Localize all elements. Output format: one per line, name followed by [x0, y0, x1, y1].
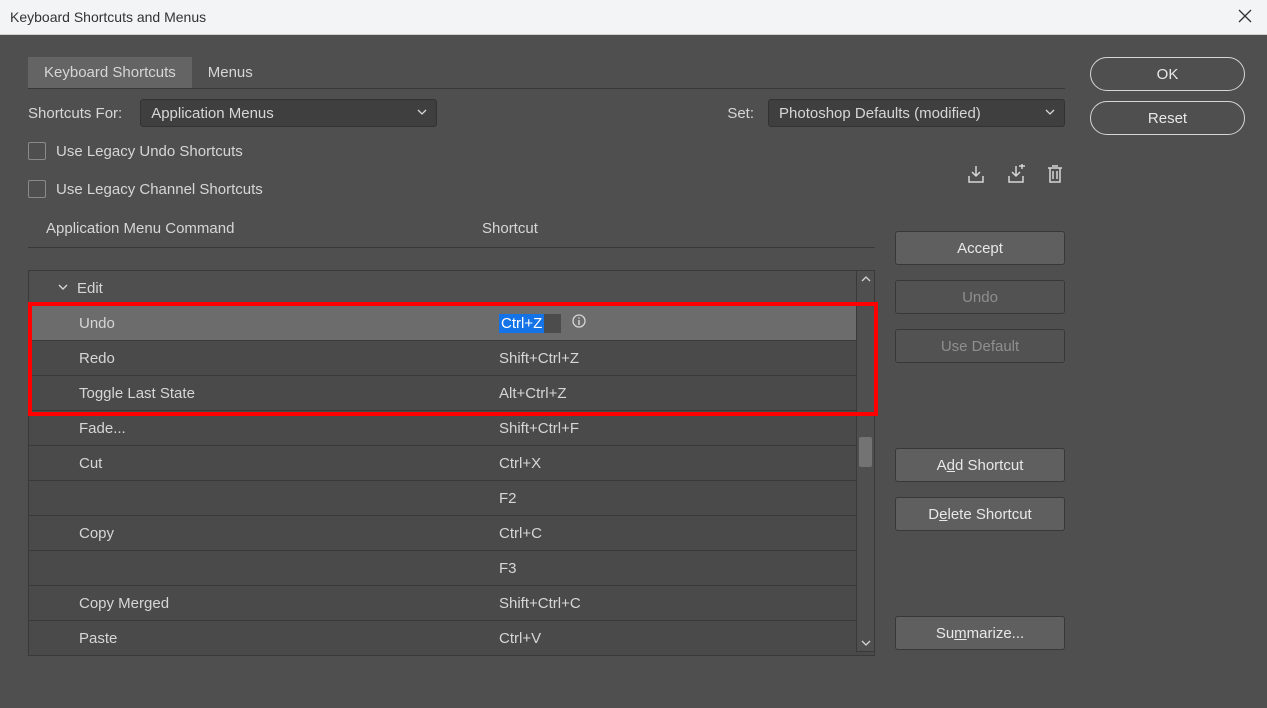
- row-copy-alt[interactable]: F3: [29, 550, 874, 585]
- chevron-down-icon: [57, 280, 69, 297]
- tab-bar: Keyboard Shortcuts Menus: [28, 57, 1065, 89]
- shortcut-input[interactable]: Ctrl+Z: [499, 314, 561, 333]
- undo-button[interactable]: Undo: [895, 280, 1065, 314]
- row-paste[interactable]: Paste Ctrl+V: [29, 620, 874, 655]
- delete-shortcut-button[interactable]: Delete Shortcut: [895, 497, 1065, 531]
- reset-button[interactable]: Reset: [1090, 101, 1245, 135]
- row-fade[interactable]: Fade... Shift+Ctrl+F: [29, 410, 874, 445]
- checkbox-icon: [28, 142, 46, 160]
- checkbox-icon: [28, 180, 46, 198]
- accept-button[interactable]: Accept: [895, 231, 1065, 265]
- tab-menus[interactable]: Menus: [192, 57, 269, 88]
- row-toggle-last-state[interactable]: Toggle Last State Alt+Ctrl+Z: [29, 375, 874, 410]
- set-select[interactable]: Photoshop Defaults (modified): [768, 99, 1065, 127]
- shortcuts-for-label: Shortcuts For:: [28, 105, 122, 122]
- row-copy[interactable]: Copy Ctrl+C: [29, 515, 874, 550]
- trash-icon[interactable]: [1045, 163, 1065, 189]
- add-shortcut-button[interactable]: Add Shortcut: [895, 448, 1065, 482]
- save-set-icon[interactable]: [965, 164, 987, 188]
- use-default-button[interactable]: Use Default: [895, 329, 1065, 363]
- ok-button[interactable]: OK: [1090, 57, 1245, 91]
- close-icon[interactable]: [1233, 7, 1257, 28]
- shortcuts-for-select[interactable]: Application Menus: [140, 99, 437, 127]
- table-header: Application Menu Command Shortcut: [28, 209, 875, 248]
- row-cut[interactable]: Cut Ctrl+X: [29, 445, 874, 480]
- set-label: Set:: [727, 105, 754, 122]
- legacy-channel-checkbox[interactable]: Use Legacy Channel Shortcuts: [28, 175, 965, 203]
- chevron-down-icon: [416, 106, 428, 118]
- scroll-down-icon[interactable]: [858, 635, 873, 651]
- row-cut-alt[interactable]: F2: [29, 480, 874, 515]
- tab-keyboard-shortcuts[interactable]: Keyboard Shortcuts: [28, 57, 192, 88]
- info-icon[interactable]: [571, 313, 587, 333]
- row-copy-merged[interactable]: Copy Merged Shift+Ctrl+C: [29, 585, 874, 620]
- row-redo[interactable]: Redo Shift+Ctrl+Z: [29, 340, 874, 375]
- summarize-button[interactable]: Summarize...: [895, 616, 1065, 650]
- chevron-down-icon: [1044, 106, 1056, 118]
- new-set-icon[interactable]: [1005, 164, 1027, 188]
- row-undo[interactable]: Undo Ctrl+Z: [29, 305, 874, 340]
- scrollbar[interactable]: [856, 270, 875, 652]
- shortcuts-table: Edit Undo Ctrl+Z Redo: [28, 270, 875, 656]
- scroll-up-icon[interactable]: [858, 271, 873, 287]
- scroll-thumb[interactable]: [859, 437, 872, 467]
- legacy-undo-checkbox[interactable]: Use Legacy Undo Shortcuts: [28, 137, 965, 165]
- category-row-edit[interactable]: Edit: [29, 271, 874, 305]
- window-title: Keyboard Shortcuts and Menus: [10, 9, 206, 25]
- title-bar: Keyboard Shortcuts and Menus: [0, 0, 1267, 35]
